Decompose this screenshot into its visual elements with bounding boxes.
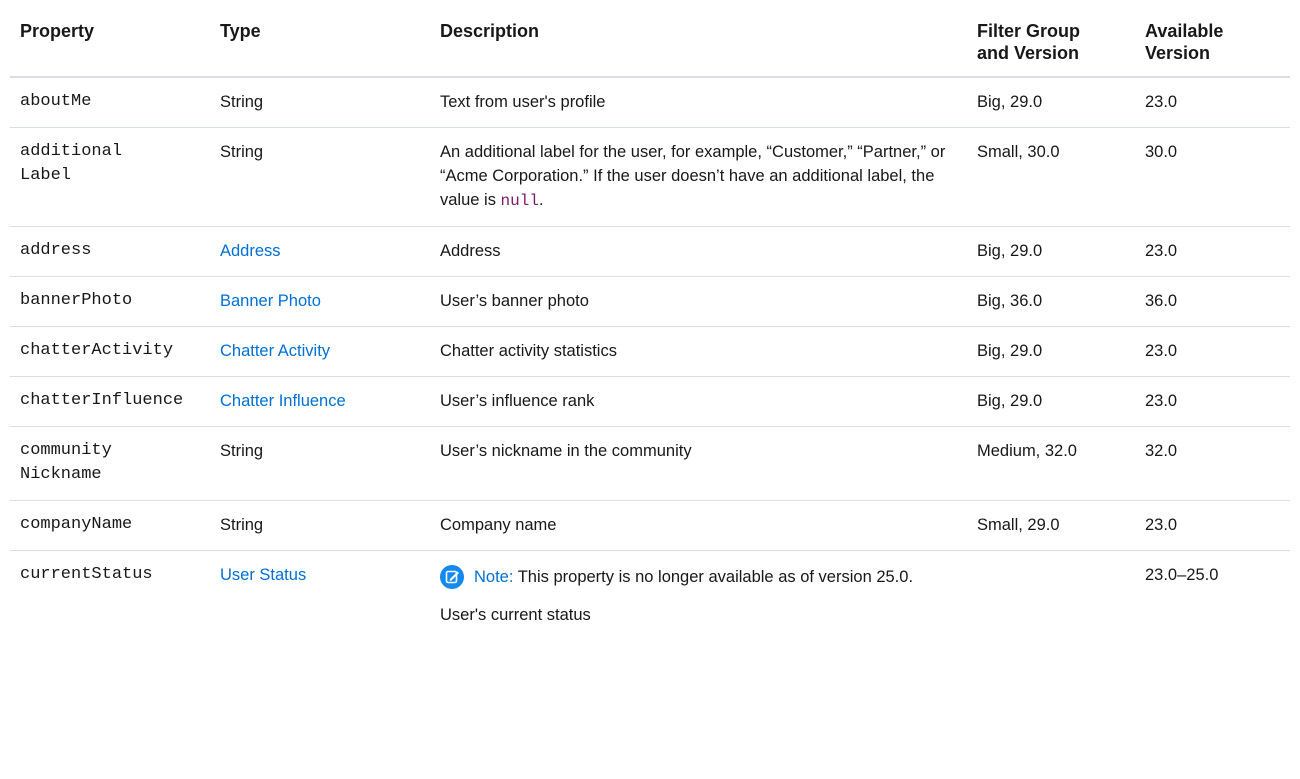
header-property: Property (10, 10, 210, 78)
filter-group-version (967, 551, 1135, 641)
property-type: String (210, 77, 430, 128)
table-row: additional Label String An additional lab… (10, 127, 1290, 227)
filter-group-version: Small, 30.0 (967, 127, 1135, 227)
type-link-chatter-influence[interactable]: Chatter Influence (220, 392, 346, 410)
header-row: Property Type Description Filter Group an… (10, 10, 1290, 78)
header-description: Description (430, 10, 967, 78)
property-name: currentStatus (20, 565, 153, 584)
null-code: null (500, 192, 539, 210)
filter-group-version: Small, 29.0 (967, 500, 1135, 551)
available-version: 23.0 (1135, 376, 1290, 427)
property-name: community Nickname (10, 426, 210, 501)
available-version: 36.0 (1135, 276, 1290, 327)
table-row: currentStatus User Status Note: This pro… (10, 551, 1290, 641)
property-description-text: User's current status (440, 606, 591, 624)
table-row: bannerPhoto Banner Photo User’s banner p… (10, 276, 1290, 327)
property-name: additional Label (10, 127, 210, 227)
available-version: 32.0 (1135, 426, 1290, 501)
property-description: Chatter activity statistics (430, 326, 967, 377)
note-box: Note: This property is no longer availab… (440, 565, 957, 589)
note-label: Note: (474, 568, 514, 586)
table-row: chatterInfluence Chatter Influence User’… (10, 376, 1290, 427)
property-name: companyName (10, 500, 210, 551)
property-type: Chatter Activity (210, 326, 430, 377)
table-row: aboutMe String Text from user's profile … (10, 77, 1290, 128)
available-version: 30.0 (1135, 127, 1290, 227)
property-description: User’s banner photo (430, 276, 967, 327)
property-description: Address (430, 226, 967, 277)
property-type: String (210, 127, 430, 227)
table-header: Property Type Description Filter Group an… (10, 10, 1290, 78)
property-description: An additional label for the user, for ex… (430, 127, 967, 227)
property-type: String (210, 500, 430, 551)
available-version: 23.0 (1135, 326, 1290, 377)
note-text: Note: This property is no longer availab… (474, 568, 914, 586)
property-name: address (10, 226, 210, 277)
property-description: User’s influence rank (430, 376, 967, 427)
available-version: 23.0 (1135, 226, 1290, 277)
property-name: chatterInfluence (10, 376, 210, 427)
property-name: aboutMe (10, 77, 210, 128)
note-edit-icon (440, 565, 464, 589)
property-type: String (210, 426, 430, 501)
filter-group-version: Medium, 32.0 (967, 426, 1135, 501)
property-description: Note: This property is no longer availab… (430, 551, 967, 641)
type-link-address[interactable]: Address (220, 242, 281, 260)
header-available-version: Available Version (1135, 10, 1290, 78)
property-type: User Status (210, 551, 430, 641)
property-description: Text from user's profile (430, 77, 967, 128)
filter-group-version: Big, 29.0 (967, 376, 1135, 427)
type-link-chatter-activity[interactable]: Chatter Activity (220, 342, 330, 360)
header-type: Type (210, 10, 430, 78)
table-row: community Nickname String User’s nickname… (10, 426, 1290, 501)
property-name: chatterActivity (10, 326, 210, 377)
property-type: Banner Photo (210, 276, 430, 327)
table-row: companyName String Company name Small, 2… (10, 500, 1290, 551)
property-type: Chatter Influence (210, 376, 430, 427)
properties-table: Property Type Description Filter Group an… (10, 10, 1290, 640)
filter-group-version: Big, 29.0 (967, 77, 1135, 128)
header-filter-group: Filter Group and Version (967, 10, 1135, 78)
type-link-user-status[interactable]: User Status (220, 566, 306, 584)
type-link-banner-photo[interactable]: Banner Photo (220, 292, 321, 310)
property-description: Company name (430, 500, 967, 551)
available-version: 23.0–25.0 (1145, 566, 1219, 584)
property-description: User’s nickname in the community (430, 426, 967, 501)
table-row: chatterActivity Chatter Activity Chatter… (10, 326, 1290, 377)
property-name: bannerPhoto (10, 276, 210, 327)
filter-group-version: Big, 29.0 (967, 226, 1135, 277)
available-version: 23.0 (1135, 500, 1290, 551)
table-row: address Address Address Big, 29.0 23.0 (10, 226, 1290, 277)
filter-group-version: Big, 29.0 (967, 326, 1135, 377)
filter-group-version: Big, 36.0 (967, 276, 1135, 327)
available-version: 23.0 (1135, 77, 1290, 128)
property-type: Address (210, 226, 430, 277)
